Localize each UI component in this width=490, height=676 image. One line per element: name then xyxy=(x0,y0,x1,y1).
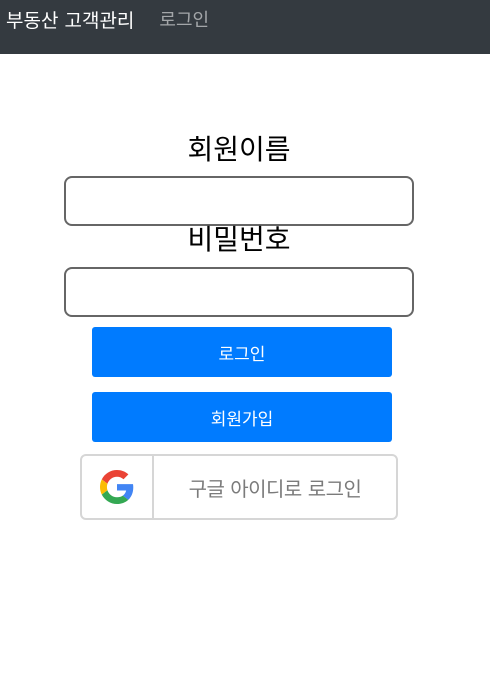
member-name-input[interactable] xyxy=(64,176,414,226)
navbar: 부동산 고객관리 로그인 xyxy=(0,0,490,54)
member-name-label: 회원이름 xyxy=(187,133,291,166)
signup-button[interactable]: 회원가입 xyxy=(92,392,392,442)
google-logo-icon xyxy=(100,470,134,504)
google-login-button[interactable]: 구글 아이디로 로그인 xyxy=(80,454,398,520)
navbar-brand[interactable]: 부동산 고객관리 xyxy=(6,11,134,31)
password-label: 비밀번호 xyxy=(187,223,291,256)
password-input[interactable] xyxy=(64,267,414,317)
login-button[interactable]: 로그인 xyxy=(92,327,392,377)
google-icon-box xyxy=(82,456,154,518)
google-login-label: 구글 아이디로 로그인 xyxy=(188,476,362,501)
nav-login-link[interactable]: 로그인 xyxy=(159,12,209,30)
